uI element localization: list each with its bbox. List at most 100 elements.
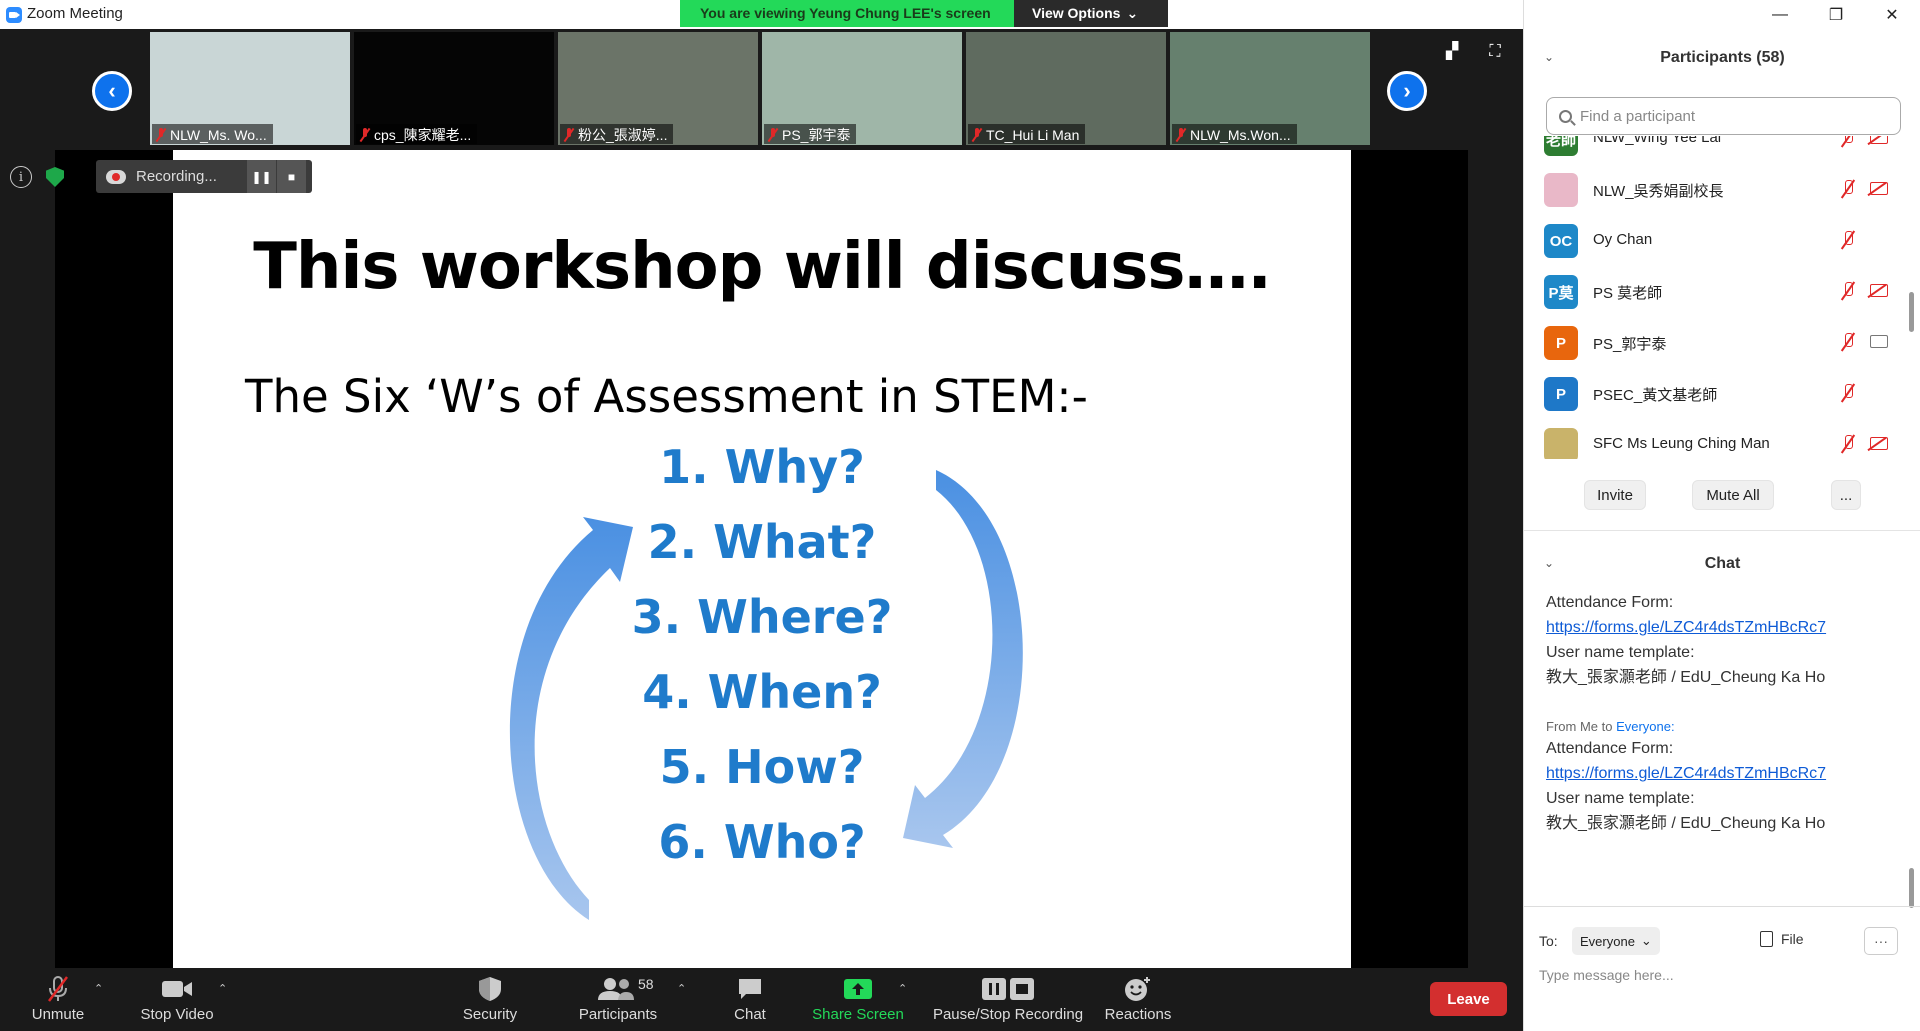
chat-more-button[interactable]: ··· [1864,927,1898,955]
reactions-button[interactable]: Reactions [1098,974,1178,1023]
participant-video-tile[interactable]: cps_陳家耀老... [354,32,554,145]
security-button[interactable]: Security [455,974,525,1023]
chevron-down-icon: ⌄ [1126,5,1139,21]
pause-stop-recording-icon [982,978,1034,1000]
participant-row[interactable]: P PS_郭宇泰 [1524,318,1920,368]
file-icon [1760,931,1773,947]
tile-name: PS_郭宇泰 [782,127,851,143]
recipient-select[interactable]: Everyone ⌄ [1572,927,1660,955]
sender-label: From Me to [1546,719,1617,734]
restore-icon[interactable]: ❐ [1808,0,1864,30]
participant-name: Oy Chan [1593,231,1653,248]
stop-recording-button[interactable]: ■ [276,160,306,193]
message-link[interactable]: https://forms.gle/LZC4r4dsTZmHBcRc7 [1546,615,1906,640]
encryption-shield-icon[interactable] [46,167,64,187]
slide-list-item: 6. Who? [658,815,866,869]
participant-video-tile[interactable]: TC_Hui Li Man [966,32,1166,145]
shared-slide: This workshop will discuss…. The Six ‘W’… [173,150,1351,968]
slide-list-item: 3. Where? [631,590,893,644]
participant-row[interactable]: 老師 NLW_Wing Yee Lai [1524,136,1920,164]
mic-muted-icon [360,128,370,142]
participant-list-scrollbar[interactable] [1909,292,1914,332]
participant-row[interactable]: NLW_吳秀娟副校長 [1524,165,1920,215]
participant-list: 老師 NLW_Wing Yee Lai NLW_吳秀娟副校長 OC Oy Chan P莫 P… [1524,136,1920,459]
message-input[interactable]: Type message here... [1539,967,1674,983]
window-title: Zoom Meeting [27,5,123,22]
participant-name: PS_郭宇泰 [1593,336,1667,353]
participant-row[interactable]: OC Oy Chan [1524,216,1920,266]
audio-options-caret-icon[interactable]: ⌃ [94,982,103,995]
avatar: 老師 [1544,136,1578,156]
share-screen-label: Share Screen [812,1006,904,1023]
chat-button[interactable]: Chat [725,974,775,1023]
unmute-button[interactable]: Unmute [28,974,88,1023]
speaker-view-icon[interactable]: ▞ [1441,44,1463,60]
pause-stop-recording-button[interactable]: Pause/Stop Recording [928,974,1088,1023]
avatar: OC [1544,224,1578,258]
video-options-caret-icon[interactable]: ⌃ [218,982,227,995]
chat-header: Chat [1704,555,1741,572]
message-text: 教大_張家灝老師 / EdU_Cheung Ka Ho [1546,669,1826,686]
find-participant-input[interactable]: Find a participant [1546,97,1901,135]
file-button[interactable]: File [1760,931,1804,947]
mic-muted-icon [156,128,166,142]
mute-all-button[interactable]: Mute All [1692,480,1774,510]
previous-page-button[interactable]: ‹ [92,71,132,111]
slide-list-item: 2. What? [647,515,877,569]
chat-bubble-icon [739,979,761,999]
more-participant-options-button[interactable]: ... [1831,480,1861,510]
fullscreen-icon[interactable]: ⛶ [1484,44,1506,60]
view-options-button[interactable]: View Options ⌄ [1014,0,1168,27]
participants-button[interactable]: 58 Participants [568,974,668,1023]
message-text: User name template: [1546,790,1695,807]
participants-icon [598,978,634,1000]
stop-video-button[interactable]: Stop Video [132,974,222,1023]
pause-recording-button[interactable]: ❚❚ [246,160,276,193]
recording-indicator: Recording... ❚❚ ■ [96,160,312,193]
participant-video-tile[interactable]: 粉公_張淑婷... [558,32,758,145]
minimize-icon[interactable]: — [1752,0,1808,30]
participant-name: PS 莫老師 [1593,285,1663,302]
meeting-area: Zoom Meeting You are viewing Yeung Chung… [0,0,1523,1031]
message-link[interactable]: https://forms.gle/LZC4r4dsTZmHBcRc7 [1546,761,1906,786]
participant-video-tile[interactable]: NLW_Ms.Won... [1170,32,1370,145]
ellipsis-icon: ··· [1874,933,1888,949]
mic-muted-icon [1841,384,1855,402]
message-text: 教大_張家灝老師 / EdU_Cheung Ka Ho [1546,815,1826,832]
tile-name: 粉公_張淑婷... [578,127,668,143]
next-page-button[interactable]: › [1387,71,1427,111]
mic-muted-icon [1841,435,1855,453]
participant-video-tile[interactable]: NLW_Ms. Wo... [150,32,350,145]
participant-row[interactable]: SFC Ms Leung Ching Man [1524,420,1920,459]
participants-options-caret-icon[interactable]: ⌃ [677,982,686,995]
participant-row[interactable]: P PSEC_黃文基老師 [1524,369,1920,419]
participant-name: NLW_Wing Yee Lai [1593,136,1722,146]
meeting-info-icon[interactable]: i [10,166,32,188]
participant-row[interactable]: P莫 PS 莫老師 [1524,267,1920,317]
tile-name: NLW_Ms.Won... [1190,127,1291,143]
panel-divider [1524,530,1920,531]
video-thumbnail-strip: ‹ NLW_Ms. Wo... cps_陳家耀老... 粉公_張淑婷... PS_郭宇… [0,30,1523,148]
participants-header: Participants (58) [1660,49,1785,66]
mic-muted-icon [1841,231,1855,249]
stop-video-label: Stop Video [140,1006,214,1023]
share-screen-button[interactable]: Share Screen [808,974,908,1023]
unmute-label: Unmute [31,1006,85,1023]
cloud-recording-icon [106,169,126,184]
chevron-down-icon: ⌄ [1640,933,1652,948]
chat-scrollbar[interactable] [1909,868,1914,908]
find-participant-placeholder: Find a participant [1580,107,1696,125]
avatar: P [1544,326,1578,360]
leave-button[interactable]: Leave [1430,982,1507,1016]
invite-button[interactable]: Invite [1584,480,1646,510]
message-text: Attendance Form: [1546,740,1674,757]
reactions-label: Reactions [1104,1006,1172,1023]
close-icon[interactable]: ✕ [1864,0,1920,30]
message-text: Attendance Form: [1546,594,1674,611]
participant-video-tile[interactable]: PS_郭宇泰 [762,32,962,145]
participants-count: 58 [638,976,654,992]
zoom-window: Zoom Meeting You are viewing Yeung Chung… [0,0,1920,1031]
recipient-link[interactable]: Everyone: [1616,719,1675,734]
meeting-toolbar: Unmute ⌃ Stop Video ⌃ Security 58 Partic… [0,968,1523,1031]
share-options-caret-icon[interactable]: ⌃ [898,982,907,995]
